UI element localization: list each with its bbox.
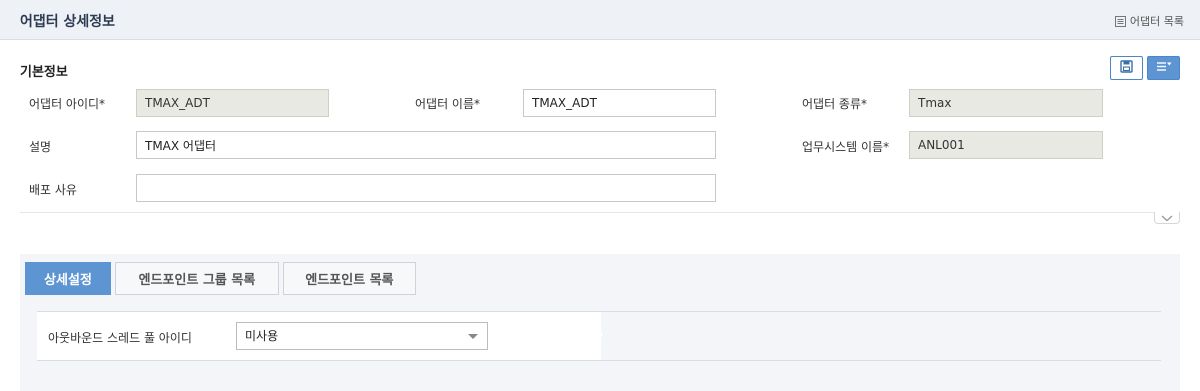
tab-endpoint-groups[interactable]: 엔드포인트 그룹 목록 <box>115 262 279 295</box>
adapter-type-label: 어댑터 종류* <box>802 97 868 111</box>
outbound-thread-pool-value: 미사용 <box>245 329 279 343</box>
collapse-toggle[interactable] <box>1154 212 1180 224</box>
detail-right-area <box>601 311 1161 361</box>
outbound-thread-pool-select[interactable]: 미사용 <box>236 322 488 350</box>
more-menu-button[interactable] <box>1147 56 1180 80</box>
business-system-field <box>909 131 1103 159</box>
adapter-name-field[interactable] <box>523 89 716 117</box>
deploy-reason-label: 배포 사유 <box>29 183 77 197</box>
adapter-name-label: 어댑터 이름* <box>415 97 481 111</box>
chevron-down-icon <box>1161 211 1173 225</box>
page-header: 어댑터 상세정보 어댑터 목록 <box>0 0 1200 40</box>
page-title: 어댑터 상세정보 <box>20 14 116 30</box>
menu-dropdown-icon <box>1156 61 1172 75</box>
list-icon <box>1114 15 1126 27</box>
caret-down-icon <box>468 334 478 339</box>
adapter-type-field <box>909 89 1103 117</box>
description-field[interactable] <box>136 131 716 159</box>
adapter-list-link[interactable]: 어댑터 목록 <box>1114 13 1184 29</box>
outbound-thread-pool-label: 아웃바운드 스레드 풀 아이디 <box>48 331 192 345</box>
basic-info-title: 기본정보 <box>20 65 68 80</box>
adapter-id-field <box>136 89 329 117</box>
tab-detail-settings[interactable]: 상세설정 <box>25 262 111 295</box>
business-system-label: 업무시스템 이름* <box>802 140 890 154</box>
adapter-id-label: 어댑터 아이디* <box>29 97 106 111</box>
description-label: 설명 <box>29 140 52 154</box>
adapter-list-label: 어댑터 목록 <box>1129 15 1184 28</box>
deploy-reason-field[interactable] <box>136 174 716 202</box>
tab-endpoints[interactable]: 엔드포인트 목록 <box>283 262 416 295</box>
form-divider <box>20 212 1180 213</box>
save-button[interactable] <box>1110 56 1143 80</box>
detail-notch <box>597 327 603 343</box>
save-icon <box>1120 60 1133 76</box>
